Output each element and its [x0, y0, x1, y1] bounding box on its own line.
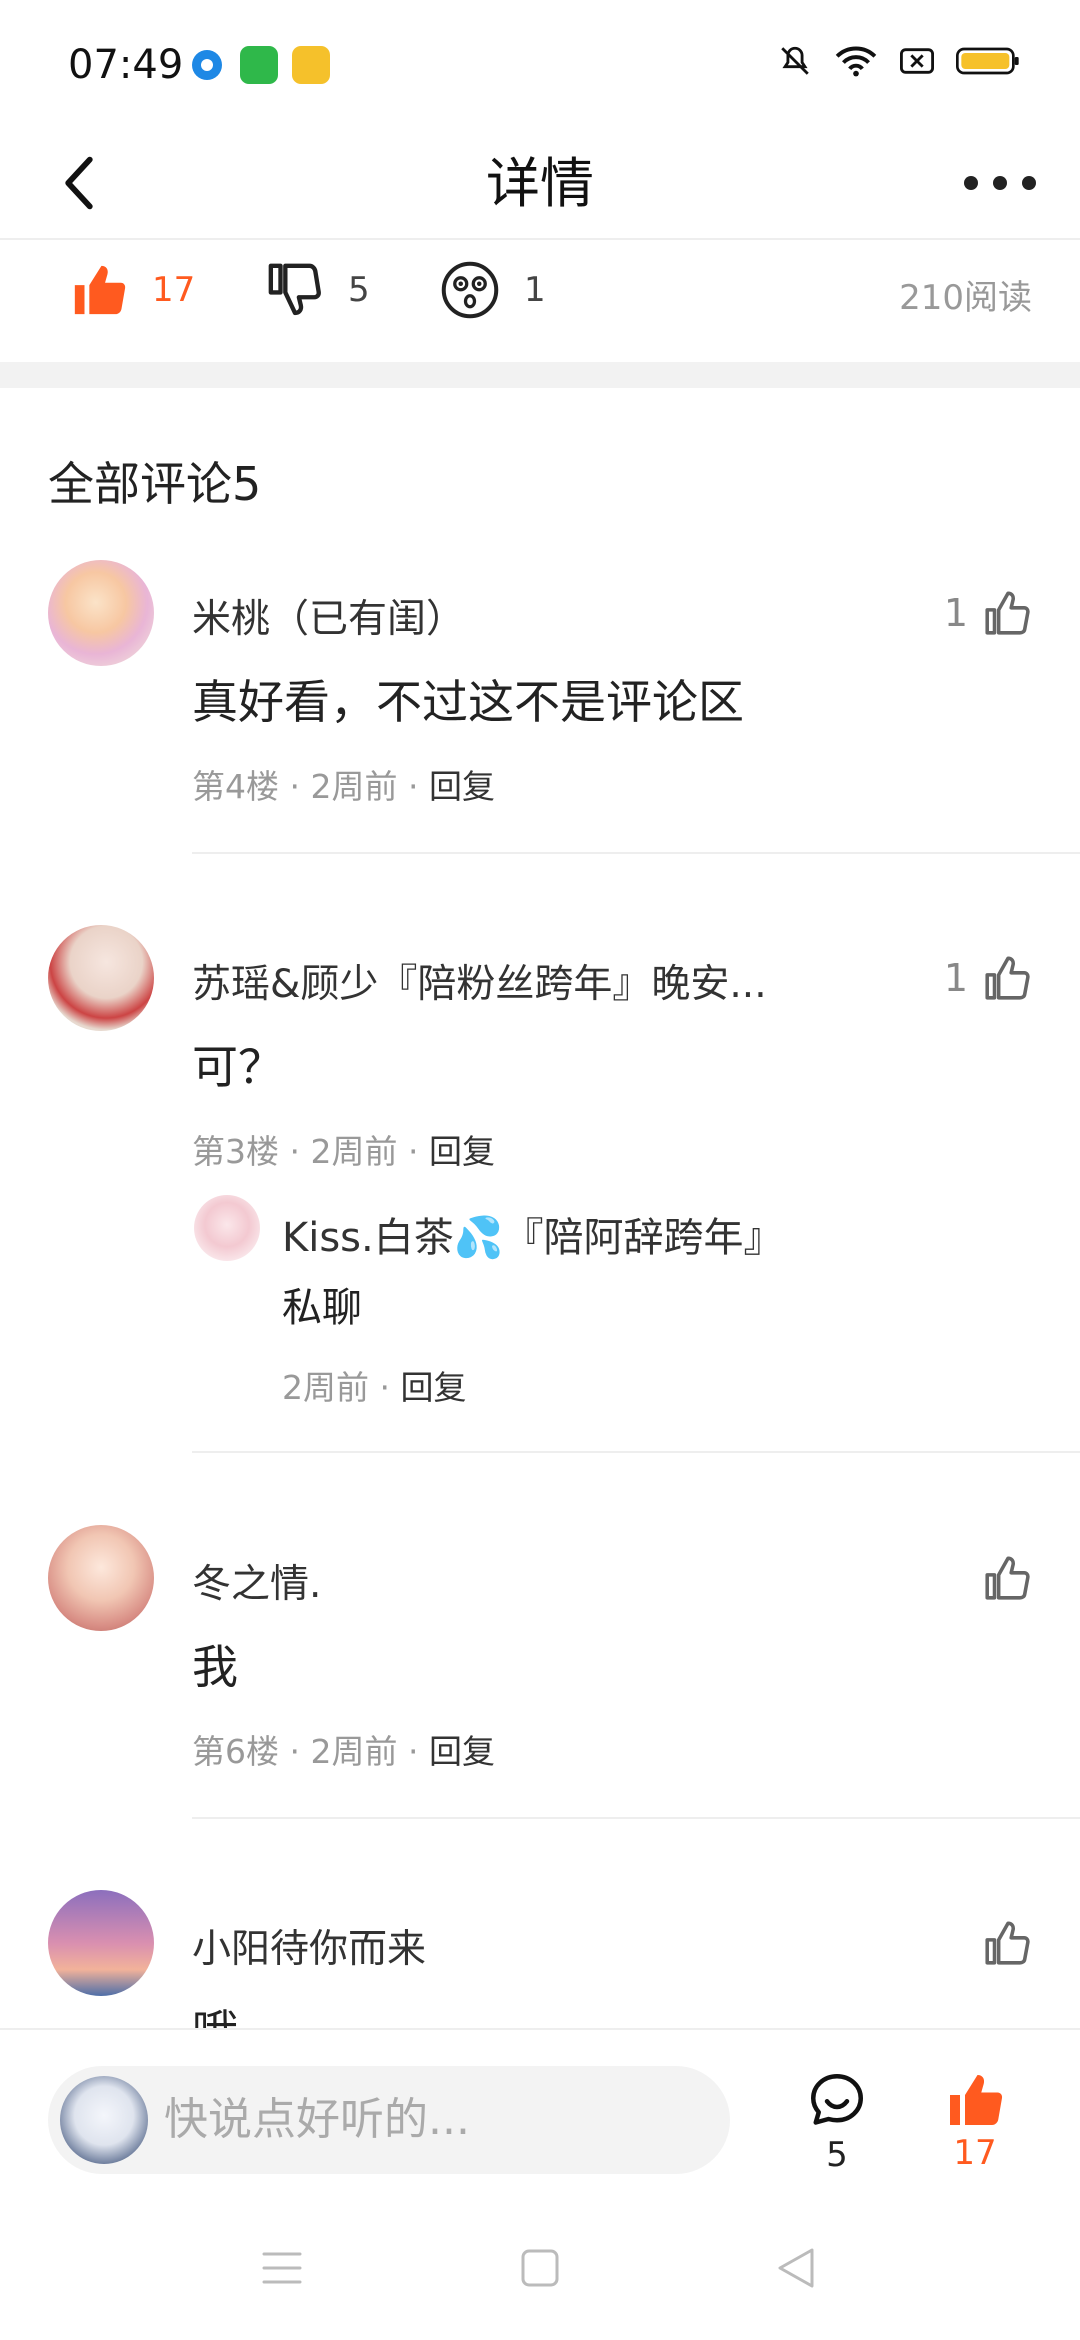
- comment-author[interactable]: 苏瑶&顾少『陪粉丝跨年』晚安...: [192, 953, 767, 1009]
- my-avatar: [60, 2076, 148, 2164]
- like-reaction[interactable]: 17: [70, 250, 195, 330]
- page-title: 详情: [486, 152, 594, 215]
- reply-button[interactable]: 回复: [429, 1732, 495, 1771]
- dislike-count: 5: [348, 270, 370, 310]
- thumbs-up-filled-icon: [74, 265, 126, 315]
- comment-item: 小阳待你而来 哦: [0, 1890, 1080, 2028]
- section-divider: [0, 362, 1080, 388]
- mute-icon: [781, 46, 809, 75]
- bottom-like-button[interactable]: 17: [930, 2070, 1020, 2173]
- like-count: 17: [152, 270, 196, 310]
- dislike-reaction[interactable]: 5: [266, 250, 370, 330]
- reply-author[interactable]: Kiss.白茶💦『陪阿辞跨年』: [282, 1205, 784, 1263]
- reply-meta: 2周前 · 回复: [282, 1361, 466, 1409]
- reaction-bar: 17 5 1 210阅读: [0, 240, 1080, 360]
- reply-time: 2周前 ·: [282, 1368, 401, 1407]
- comment-divider: [192, 1817, 1080, 1819]
- sim-off-icon: [900, 48, 934, 74]
- app-yellow-icon: [292, 46, 330, 84]
- menu-button[interactable]: [252, 2238, 312, 2298]
- thumbs-up-outline-icon: [985, 956, 1030, 1000]
- comment-input-placeholder: 快说点好听的...: [164, 2094, 470, 2145]
- dizzy-count: 1: [524, 270, 546, 310]
- reply-button[interactable]: 回复: [429, 1132, 495, 1171]
- comment-author[interactable]: 冬之情.: [192, 1553, 321, 1609]
- reply-button[interactable]: 回复: [400, 1368, 466, 1407]
- comment-text: 哦: [192, 1996, 238, 2028]
- bottom-like-count: 17: [953, 2133, 997, 2173]
- battery-icon: [956, 47, 1019, 75]
- menu-icon: [262, 2252, 302, 2284]
- reply-text: 私聊: [282, 1285, 362, 1331]
- comment-like-button[interactable]: [968, 1553, 1032, 1603]
- comment-count-button[interactable]: 5: [792, 2070, 882, 2175]
- comment-like-count: 1: [943, 956, 968, 1000]
- comment-text: 真好看，不过这不是评论区: [192, 675, 744, 729]
- comment-divider: [192, 1451, 1080, 1453]
- comments-title: 全部评论5: [48, 457, 262, 511]
- status-time: 07:49: [68, 42, 184, 88]
- thumbs-up-filled-icon: [950, 2075, 1003, 2125]
- read-count: 210阅读: [899, 278, 1032, 318]
- dizzy-face-icon: [441, 261, 499, 319]
- title-bar: 详情: [0, 130, 1080, 240]
- comment-meta: 第4楼 · 2周前 · 回复: [192, 760, 495, 808]
- home-square-icon: [521, 2249, 559, 2287]
- bottom-bar: 快说点好听的... 5 17: [0, 2028, 1080, 2190]
- reply-avatar[interactable]: [194, 1195, 260, 1261]
- comment-text: 我: [192, 1640, 238, 1694]
- avatar[interactable]: [48, 1890, 154, 1996]
- thumbs-up-outline-icon: [985, 1921, 1030, 1965]
- avatar[interactable]: [48, 560, 154, 666]
- comment-floor-time: 第6楼 · 2周前 ·: [192, 1732, 429, 1771]
- reply-button[interactable]: 回复: [429, 767, 495, 806]
- more-dot: [993, 176, 1007, 190]
- navigation-bar: [0, 2188, 1080, 2340]
- more-button[interactable]: [960, 148, 1040, 218]
- comment-author[interactable]: 米桃（已有闺）: [192, 588, 465, 644]
- more-dot: [964, 176, 978, 190]
- app-blue-icon: [192, 50, 222, 80]
- thumbs-down-icon: [268, 263, 321, 316]
- comment-input[interactable]: 快说点好听的...: [48, 2066, 730, 2174]
- comment-meta: 第3楼 · 2周前 · 回复: [192, 1125, 495, 1173]
- thumbs-up-outline-icon: [985, 591, 1030, 635]
- comment-floor-time: 第3楼 · 2周前 ·: [192, 1132, 429, 1171]
- comment-bubble-icon: [811, 2074, 863, 2125]
- comment-meta: 第6楼 · 2周前 · 回复: [192, 1725, 495, 1773]
- back-nav-button[interactable]: [766, 2238, 826, 2298]
- more-dot: [1022, 176, 1036, 190]
- status-bar: 07:49: [0, 0, 1080, 130]
- comment-like-button[interactable]: 1: [944, 953, 1032, 1003]
- dizzy-reaction[interactable]: 1: [440, 250, 546, 330]
- back-triangle-icon: [778, 2248, 814, 2288]
- avatar[interactable]: [48, 925, 154, 1031]
- comment-divider: [192, 852, 1080, 854]
- home-button[interactable]: [510, 2238, 570, 2298]
- comment-like-button[interactable]: [968, 1918, 1032, 1968]
- comment-author[interactable]: 小阳待你而来: [192, 1918, 426, 1974]
- app-green-icon: [240, 46, 278, 84]
- comment-like-count: 1: [943, 591, 968, 635]
- avatar[interactable]: [48, 1525, 154, 1631]
- wifi-icon: [835, 46, 877, 77]
- status-icons: [778, 44, 1020, 78]
- comment-like-button[interactable]: 1: [944, 588, 1032, 638]
- comment-floor-time: 第4楼 · 2周前 ·: [192, 767, 429, 806]
- thumbs-up-outline-icon: [985, 1556, 1030, 1600]
- bottom-comment-count: 5: [826, 2135, 848, 2175]
- comment-text: 可？: [192, 1040, 284, 1094]
